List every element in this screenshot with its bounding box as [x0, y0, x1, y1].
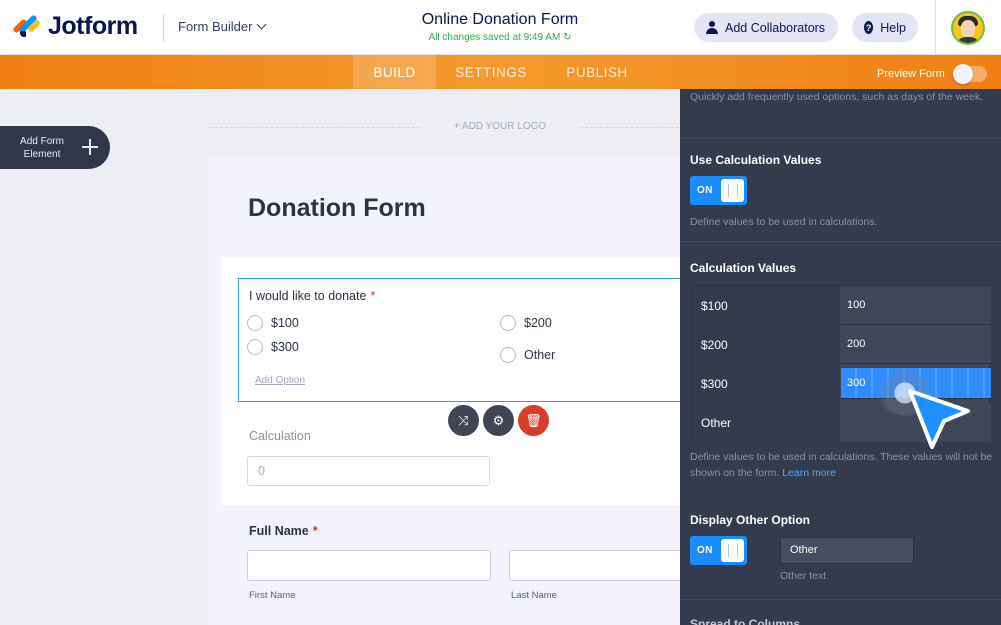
- calc-row-label: $200: [693, 325, 840, 364]
- delete-field-button[interactable]: 🗑: [518, 405, 549, 436]
- radio-option-100[interactable]: $100: [247, 315, 299, 331]
- builder-nav: BUILD SETTINGS PUBLISH Preview Form: [0, 55, 1001, 89]
- form-heading[interactable]: Donation Form: [248, 194, 426, 223]
- learn-more-link[interactable]: Learn more: [782, 467, 836, 479]
- display-other-option-toggle[interactable]: ON: [690, 536, 747, 565]
- radio-circle[interactable]: [500, 347, 516, 363]
- calculation-label: Calculation: [249, 429, 311, 443]
- add-option-link[interactable]: Add Option: [255, 375, 305, 386]
- refresh-icon: ↻: [563, 32, 572, 43]
- field-properties-button[interactable]: ⚙: [483, 405, 514, 436]
- radio-circle[interactable]: [500, 315, 516, 331]
- shuffle-icon: ⤨: [458, 412, 469, 428]
- other-text-input[interactable]: Other: [780, 537, 914, 564]
- trash-icon: 🗑: [525, 412, 542, 428]
- calc-value-input[interactable]: 200: [841, 325, 991, 364]
- preview-switch[interactable]: [952, 64, 987, 84]
- calculation-values-heading: Calculation Values: [690, 261, 797, 275]
- toggle-knob: [721, 179, 744, 202]
- last-name-sublabel: Last Name: [511, 590, 557, 601]
- help-button[interactable]: ? Help: [852, 13, 918, 42]
- save-status: All changes saved at 9:49 AM ↻: [428, 32, 572, 43]
- question-label[interactable]: I would like to donate *: [249, 289, 375, 303]
- calc-row-label: Other: [693, 403, 840, 442]
- calculation-values-hint: Define values to be used in calculations…: [690, 451, 993, 479]
- other-text-label: Other text: [780, 570, 827, 582]
- logo-text: Jotform: [48, 12, 138, 40]
- first-name-input[interactable]: [247, 550, 491, 581]
- full-name-label[interactable]: Full Name *: [249, 524, 318, 538]
- person-icon: [706, 21, 718, 34]
- use-calculation-values-hint: Define values to be used in calculations…: [690, 216, 878, 228]
- radio-option-200[interactable]: $200: [500, 315, 552, 331]
- help-icon: ?: [864, 21, 874, 34]
- tab-build[interactable]: BUILD: [353, 55, 436, 89]
- radio-circle[interactable]: [247, 315, 263, 331]
- plus-icon: [78, 135, 102, 159]
- form-title[interactable]: Online Donation Form: [350, 11, 650, 29]
- first-name-sublabel: First Name: [249, 590, 296, 601]
- add-collaborators-button[interactable]: Add Collaborators: [694, 13, 838, 42]
- tab-settings[interactable]: SETTINGS: [443, 55, 539, 89]
- shuffle-button[interactable]: ⤨: [448, 405, 479, 436]
- preview-form-toggle[interactable]: Preview Form: [877, 64, 987, 84]
- calc-row: $100 100: [693, 286, 991, 325]
- add-form-element-button[interactable]: Add Form Element: [0, 126, 110, 169]
- avatar[interactable]: [951, 11, 985, 45]
- radio-option-other[interactable]: Other: [500, 347, 555, 363]
- properties-panel: Quickly add frequently used options, suc…: [680, 89, 1001, 625]
- form-title-area: Online Donation Form All changes saved a…: [350, 11, 650, 43]
- tab-publish[interactable]: PUBLISH: [552, 55, 642, 89]
- required-asterisk: *: [312, 524, 318, 538]
- gear-icon: ⚙: [492, 412, 505, 428]
- add-form-element-label: Add Form Element: [20, 136, 64, 160]
- calc-value-input[interactable]: 100: [841, 286, 991, 325]
- toggle-knob: [721, 539, 744, 562]
- preview-form-label: Preview Form: [877, 68, 945, 80]
- radio-option-300[interactable]: $300: [247, 339, 299, 355]
- divider: [163, 14, 164, 42]
- last-name-input[interactable]: [509, 550, 680, 581]
- jotform-logo[interactable]: Jotform: [12, 12, 138, 41]
- display-other-option-heading: Display Other Option: [690, 513, 811, 527]
- form-builder-label: Form Builder: [178, 19, 253, 34]
- jotform-logo-icon: [12, 13, 42, 41]
- pointer-cursor-icon: [908, 389, 970, 449]
- use-calculation-values-heading: Use Calculation Values: [690, 153, 822, 167]
- required-asterisk: *: [370, 289, 376, 303]
- predefined-options-hint: Quickly add frequently used options, suc…: [690, 91, 984, 103]
- calc-row: $200 200: [693, 325, 991, 364]
- calc-row-label: $300: [693, 364, 840, 403]
- use-calculation-values-toggle[interactable]: ON: [690, 176, 747, 205]
- calc-row-label: $100: [693, 286, 840, 325]
- divider: [935, 0, 936, 55]
- form-builder-dropdown[interactable]: Form Builder: [178, 19, 267, 34]
- radio-circle[interactable]: [247, 339, 263, 355]
- spread-to-columns-heading: Spread to Columns: [690, 617, 801, 625]
- calculation-input[interactable]: 0: [247, 456, 490, 486]
- chevron-down-icon: [256, 19, 267, 30]
- top-bar: Jotform Form Builder Online Donation For…: [0, 0, 1001, 55]
